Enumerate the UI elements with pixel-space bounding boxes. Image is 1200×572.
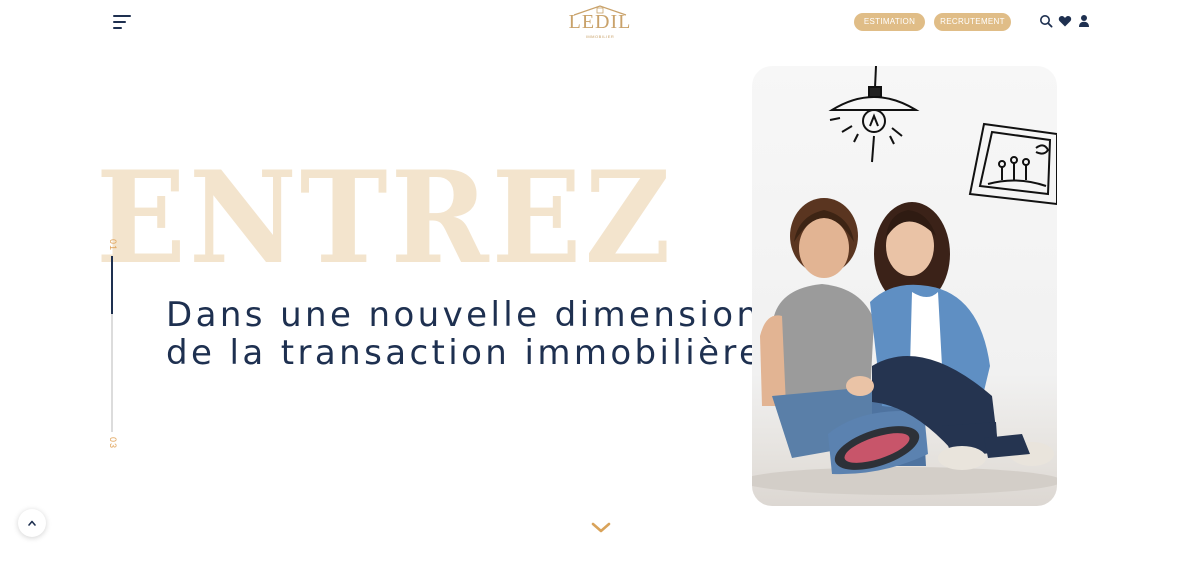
hero-photo xyxy=(752,66,1057,506)
logo[interactable]: LEDIL IMMOBILIER xyxy=(568,4,632,40)
logo-text: LEDIL xyxy=(568,11,632,33)
chevron-up-icon xyxy=(28,520,36,526)
hero-subtitle: Dans une nouvelle dimension de la transa… xyxy=(166,296,763,372)
logo-subtext: IMMOBILIER xyxy=(585,34,615,39)
slide-current-number: 01 xyxy=(108,238,119,252)
hero-subtitle-line1: Dans une nouvelle dimension xyxy=(166,295,762,335)
couple-illustration xyxy=(752,66,1057,495)
menu-line xyxy=(113,27,122,29)
frame-doodle xyxy=(968,122,1057,206)
user-icon[interactable] xyxy=(1077,14,1091,28)
back-to-top-button[interactable] xyxy=(18,509,46,537)
slide-indicator: 01 03 xyxy=(100,236,124,456)
menu-line xyxy=(113,21,126,23)
estimation-button[interactable]: ESTIMATION xyxy=(854,13,925,31)
search-icon[interactable] xyxy=(1039,14,1053,28)
heart-icon[interactable] xyxy=(1058,14,1072,28)
menu-icon[interactable] xyxy=(113,14,133,30)
chevron-down-icon[interactable] xyxy=(590,520,612,536)
menu-line xyxy=(113,15,131,17)
lamp-doodle xyxy=(828,66,920,163)
slide-progress-fill xyxy=(111,256,113,315)
slide-total-number: 03 xyxy=(108,436,119,450)
hero-subtitle-line2: de la transaction immobilière xyxy=(166,333,764,373)
hero-big-word: ENTREZ xyxy=(96,143,674,292)
recrutement-button[interactable]: RECRUTEMENT xyxy=(934,13,1011,31)
